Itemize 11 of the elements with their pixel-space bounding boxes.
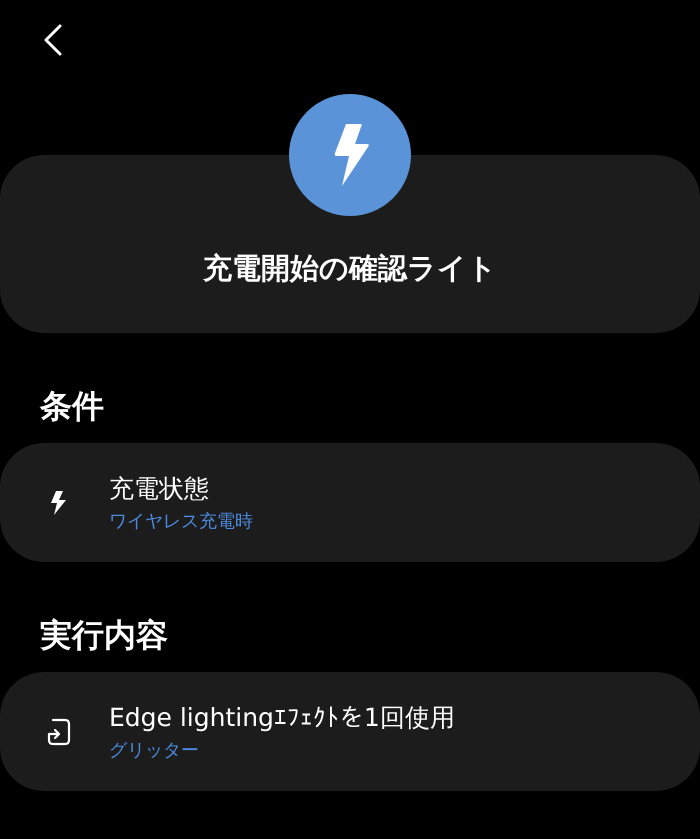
item-title: 充電状態 [109, 473, 210, 505]
bolt-icon [289, 94, 411, 216]
section-heading: 条件 [38, 386, 105, 427]
back-icon[interactable] [42, 24, 64, 56]
routine-title: 充電開始の確認ライト [203, 250, 497, 287]
item-subtitle: グリッター [109, 739, 200, 762]
action-card[interactable]: Edge lightingｴﾌｪｸﾄを1回使用 グリッター [0, 672, 700, 791]
item-subtitle: ワイヤレス充電時 [109, 510, 253, 533]
action-card[interactable]: 充電状態 ワイヤレス充電時 [0, 443, 700, 562]
section-heading: 実行内容 [39, 615, 169, 656]
item-title: Edge lightingｴﾌｪｸﾄを1回使用 [109, 702, 455, 734]
